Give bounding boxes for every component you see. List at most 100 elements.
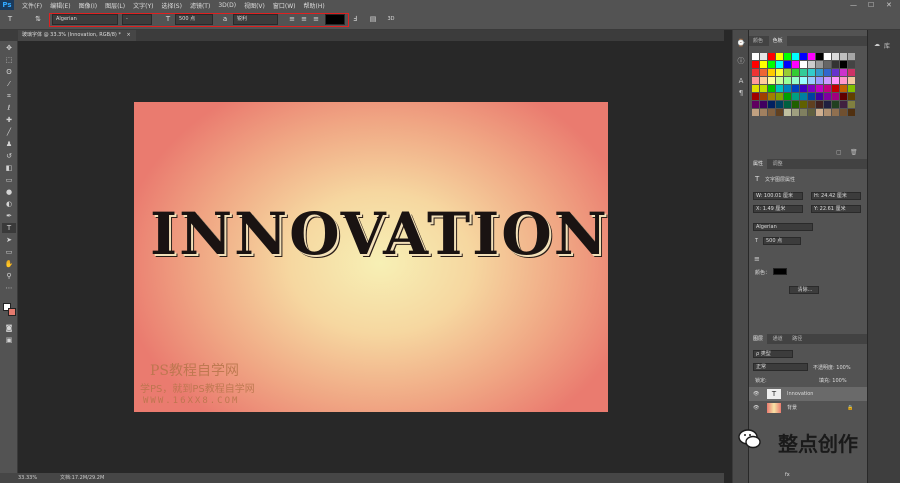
swatch[interactable] xyxy=(840,101,847,108)
history-panel-icon[interactable]: ⌚ xyxy=(736,38,746,48)
swatch[interactable] xyxy=(800,93,807,100)
swatch[interactable] xyxy=(760,101,767,108)
document-tab[interactable]: 玻璃字体 @ 33.3% (Innovation, RGB/8) * × xyxy=(18,30,136,41)
menu-edit[interactable]: 编辑(E) xyxy=(50,1,70,10)
swatch[interactable] xyxy=(808,101,815,108)
swatch[interactable] xyxy=(840,53,847,60)
swatch[interactable] xyxy=(848,77,855,84)
swatch[interactable] xyxy=(832,93,839,100)
swatch[interactable] xyxy=(800,61,807,68)
zoom-level[interactable]: 33.33% xyxy=(18,473,37,483)
info-panel-icon[interactable]: ⓘ xyxy=(736,56,746,66)
layer-row-background[interactable]: 👁 背景 🔒 xyxy=(749,401,867,415)
swatch[interactable] xyxy=(816,61,823,68)
swatch[interactable] xyxy=(776,109,783,116)
text-orientation-icon[interactable]: ⇅ xyxy=(33,14,43,25)
swatch[interactable] xyxy=(840,85,847,92)
background-color-swatch[interactable] xyxy=(8,308,16,316)
tab-channels[interactable]: 通道 xyxy=(769,334,787,344)
visibility-eye-icon[interactable]: 👁 xyxy=(753,387,759,401)
width-field[interactable]: W: 100.01 厘米 xyxy=(753,192,803,200)
swatch[interactable] xyxy=(792,85,799,92)
lasso-tool-icon[interactable]: ʘ xyxy=(2,67,16,77)
swatch[interactable] xyxy=(784,61,791,68)
swatch[interactable] xyxy=(808,77,815,84)
props-align-icon[interactable]: ≡ xyxy=(754,255,760,263)
swatch[interactable] xyxy=(816,109,823,116)
tab-layers[interactable]: 图层 xyxy=(749,334,768,344)
stamp-tool-icon[interactable]: ♟ xyxy=(2,139,16,149)
swatch[interactable] xyxy=(768,85,775,92)
swatch[interactable] xyxy=(752,85,759,92)
swatch[interactable] xyxy=(784,53,791,60)
props-color-swatch[interactable] xyxy=(773,268,787,275)
swatch[interactable] xyxy=(832,53,839,60)
swatch[interactable] xyxy=(840,69,847,76)
swatch[interactable] xyxy=(824,101,831,108)
swatch[interactable] xyxy=(816,53,823,60)
tab-color[interactable]: 颜色 xyxy=(749,36,767,46)
swatch[interactable] xyxy=(848,69,855,76)
swatch[interactable] xyxy=(792,77,799,84)
brush-tool-icon[interactable]: ╱ xyxy=(2,127,16,137)
clear-button[interactable]: 清除... xyxy=(789,286,819,294)
swatch[interactable] xyxy=(816,93,823,100)
panels-toggle-icon[interactable]: ▤ xyxy=(368,14,378,25)
swatch[interactable] xyxy=(760,69,767,76)
swatch[interactable] xyxy=(840,93,847,100)
libraries-label[interactable]: 库 xyxy=(884,41,890,50)
quick-mask-icon[interactable]: ◙ xyxy=(2,323,16,333)
swatch[interactable] xyxy=(776,53,783,60)
swatch[interactable] xyxy=(776,61,783,68)
swatch[interactable] xyxy=(792,69,799,76)
swatch[interactable] xyxy=(848,61,855,68)
swatch[interactable] xyxy=(776,69,783,76)
swatch[interactable] xyxy=(816,101,823,108)
swatch[interactable] xyxy=(768,77,775,84)
pen-tool-icon[interactable]: ✒ xyxy=(2,211,16,221)
swatch[interactable] xyxy=(824,61,831,68)
swatch[interactable] xyxy=(832,85,839,92)
menu-3d[interactable]: 3D(D) xyxy=(218,2,236,9)
swatch[interactable] xyxy=(840,61,847,68)
swatch[interactable] xyxy=(768,101,775,108)
menu-file[interactable]: 文件(F) xyxy=(22,1,42,10)
swatch[interactable] xyxy=(752,77,759,84)
minimize-icon[interactable]: — xyxy=(850,0,857,10)
eyedropper-tool-icon[interactable]: ℓ xyxy=(2,103,16,113)
swatch[interactable] xyxy=(752,53,759,60)
height-field[interactable]: H: 24.42 厘米 xyxy=(811,192,861,200)
swatch[interactable] xyxy=(808,85,815,92)
swatch[interactable] xyxy=(824,77,831,84)
swatch[interactable] xyxy=(752,69,759,76)
swatch[interactable] xyxy=(808,53,815,60)
swatch[interactable] xyxy=(784,93,791,100)
swatch[interactable] xyxy=(832,69,839,76)
swatch[interactable] xyxy=(792,53,799,60)
history-brush-icon[interactable]: ↺ xyxy=(2,151,16,161)
swatch[interactable] xyxy=(808,109,815,116)
swatch[interactable] xyxy=(800,101,807,108)
swatch[interactable] xyxy=(792,61,799,68)
paragraph-panel-icon[interactable]: ¶ xyxy=(736,88,746,98)
swatch[interactable] xyxy=(800,53,807,60)
close-tab-icon[interactable]: × xyxy=(127,32,131,38)
healing-tool-icon[interactable]: ✚ xyxy=(2,115,16,125)
swatch[interactable] xyxy=(768,53,775,60)
swatch[interactable] xyxy=(776,77,783,84)
swatch[interactable] xyxy=(784,101,791,108)
swatch[interactable] xyxy=(832,101,839,108)
swatch[interactable] xyxy=(760,109,767,116)
menu-type[interactable]: 文字(Y) xyxy=(133,1,153,10)
type-tool-icon[interactable]: T xyxy=(2,223,16,233)
swatch[interactable] xyxy=(792,93,799,100)
swatch[interactable] xyxy=(816,85,823,92)
character-panel-icon[interactable]: A xyxy=(736,76,746,86)
swatch[interactable] xyxy=(760,93,767,100)
swatch[interactable] xyxy=(808,61,815,68)
swatch[interactable] xyxy=(760,85,767,92)
layer-row-innovation[interactable]: 👁 T Innovation xyxy=(749,387,867,401)
props-size-select[interactable]: 500 点 xyxy=(763,237,801,245)
gradient-tool-icon[interactable]: ▭ xyxy=(2,175,16,185)
swatch[interactable] xyxy=(752,93,759,100)
